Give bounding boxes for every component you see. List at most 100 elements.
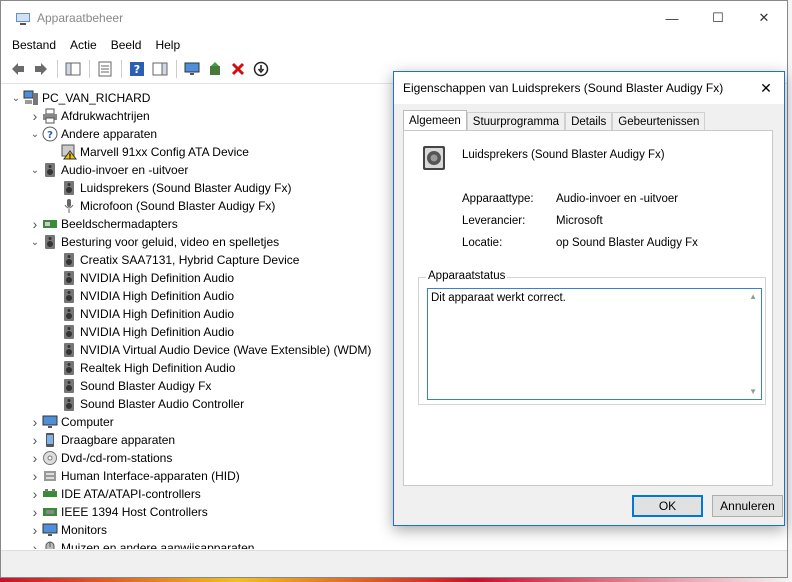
minimize-button[interactable]: — bbox=[649, 1, 695, 35]
tree-item-label: Microfoon (Sound Blaster Audigy Fx) bbox=[80, 199, 276, 213]
tree-item[interactable]: ⌄ PC_VAN_RICHARD bbox=[9, 89, 399, 107]
tree-item[interactable]: NVIDIA High Definition Audio bbox=[9, 323, 399, 341]
chevron-down-icon[interactable]: ⌄ bbox=[28, 237, 42, 248]
toolbar-separator bbox=[176, 60, 177, 78]
chevron-right-icon[interactable]: › bbox=[28, 540, 42, 549]
speaker-icon bbox=[61, 288, 77, 304]
back-button[interactable] bbox=[7, 58, 29, 80]
ok-button[interactable]: OK bbox=[632, 495, 703, 517]
ieee1394-icon bbox=[42, 504, 58, 520]
tree-item[interactable]: › IEEE 1394 Host Controllers bbox=[9, 503, 399, 521]
maximize-button[interactable]: ☐ bbox=[695, 1, 741, 35]
tree-item[interactable]: NVIDIA Virtual Audio Device (Wave Extens… bbox=[9, 341, 399, 359]
tab-details[interactable]: Details bbox=[565, 112, 613, 131]
chevron-right-icon[interactable]: › bbox=[28, 468, 42, 484]
scroll-up-icon[interactable]: ▲ bbox=[749, 292, 757, 301]
chevron-down-icon[interactable]: ⌄ bbox=[28, 165, 42, 176]
tree-item-label: NVIDIA High Definition Audio bbox=[80, 271, 235, 285]
tree-item-label: Andere apparaten bbox=[61, 127, 158, 141]
scan-hardware-button[interactable] bbox=[181, 58, 203, 80]
scroll-down-icon[interactable]: ▼ bbox=[749, 387, 757, 396]
disc-drive-icon bbox=[42, 450, 58, 466]
hid-icon bbox=[42, 468, 58, 484]
tree-item[interactable]: › Beeldschermadapters bbox=[9, 215, 399, 233]
tree-item-label: Sound Blaster Audio Controller bbox=[80, 397, 245, 411]
device-status-label: Apparaatstatus bbox=[426, 270, 508, 282]
chevron-right-icon[interactable]: › bbox=[28, 486, 42, 502]
tree-item[interactable]: Realtek High Definition Audio bbox=[9, 359, 399, 377]
tree-item[interactable]: › Dvd-/cd-rom-stations bbox=[9, 449, 399, 467]
tree-item[interactable]: ⌄? Andere apparaten bbox=[9, 125, 399, 143]
disable-button[interactable] bbox=[250, 58, 272, 80]
show-hide-console-tree-button[interactable] bbox=[62, 58, 84, 80]
help-button[interactable]: ? bbox=[126, 58, 148, 80]
prop-label-apparaattype: Apparaattype: bbox=[462, 193, 534, 205]
tree-item-label: Beeldschermadapters bbox=[61, 217, 178, 231]
tree-item-label: Monitors bbox=[61, 523, 108, 537]
tree-item[interactable]: ⌄ Audio-invoer en -uitvoer bbox=[9, 161, 399, 179]
tree-item[interactable]: › Monitors bbox=[9, 521, 399, 539]
chevron-right-icon[interactable]: › bbox=[28, 504, 42, 520]
cancel-button[interactable]: Annuleren bbox=[712, 495, 783, 517]
forward-button[interactable] bbox=[30, 58, 52, 80]
properties-button[interactable] bbox=[94, 58, 116, 80]
device-manager-icon bbox=[16, 13, 30, 25]
tab-stuurprogramma[interactable]: Stuurprogramma bbox=[466, 112, 566, 131]
chevron-right-icon[interactable]: › bbox=[28, 432, 42, 448]
tree-item[interactable]: › Muizen en andere aanwijsapparaten bbox=[9, 539, 399, 549]
chevron-down-icon[interactable]: ⌄ bbox=[28, 129, 42, 140]
menu-actie[interactable]: Actie bbox=[63, 38, 104, 52]
action-pane-button[interactable] bbox=[149, 58, 171, 80]
chevron-down-icon[interactable]: ⌄ bbox=[9, 93, 23, 104]
close-icon: ✕ bbox=[760, 79, 772, 96]
tree-item[interactable]: › Draagbare apparaten bbox=[9, 431, 399, 449]
dialog-tabs: Algemeen Stuurprogramma Details Gebeurte… bbox=[403, 110, 706, 132]
tree-item[interactable]: NVIDIA High Definition Audio bbox=[9, 305, 399, 323]
properties-icon bbox=[98, 61, 112, 77]
microphone-icon bbox=[61, 198, 77, 214]
tree-item-label: PC_VAN_RICHARD bbox=[42, 91, 151, 105]
tree-item[interactable]: ! Marvell 91xx Config ATA Device bbox=[9, 143, 399, 161]
tree-item-label: NVIDIA Virtual Audio Device (Wave Extens… bbox=[80, 343, 372, 357]
device-status-textbox[interactable]: Dit apparaat werkt correct. ▲ ▼ bbox=[427, 288, 762, 400]
update-driver-icon bbox=[210, 62, 220, 75]
tree-item[interactable]: Sound Blaster Audio Controller bbox=[9, 395, 399, 413]
warning-device-icon: ! bbox=[61, 144, 77, 160]
speaker-icon bbox=[423, 146, 445, 170]
ide-controller-icon bbox=[42, 486, 58, 502]
tree-item[interactable]: › Computer bbox=[9, 413, 399, 431]
tree-item[interactable]: › Human Interface-apparaten (HID) bbox=[9, 467, 399, 485]
speaker-icon bbox=[42, 234, 58, 250]
tree-item[interactable]: Creatix SAA7131, Hybrid Capture Device bbox=[9, 251, 399, 269]
chevron-right-icon[interactable]: › bbox=[28, 450, 42, 466]
dialog-close-button[interactable]: ✕ bbox=[748, 72, 784, 104]
general-tab-panel: Luidsprekers (Sound Blaster Audigy Fx) A… bbox=[403, 130, 773, 486]
tree-item[interactable]: Microfoon (Sound Blaster Audigy Fx) bbox=[9, 197, 399, 215]
chevron-right-icon[interactable]: › bbox=[28, 216, 42, 232]
device-name: Luidsprekers (Sound Blaster Audigy Fx) bbox=[462, 149, 665, 161]
menu-beeld[interactable]: Beeld bbox=[104, 38, 149, 52]
menu-bestand[interactable]: Bestand bbox=[5, 38, 63, 52]
close-button[interactable]: ✕ bbox=[741, 1, 787, 35]
menu-help[interactable]: Help bbox=[148, 38, 187, 52]
tab-algemeen[interactable]: Algemeen bbox=[403, 110, 467, 132]
chevron-right-icon[interactable]: › bbox=[28, 414, 42, 430]
tree-item[interactable]: ⌄ Besturing voor geluid, video en spellet… bbox=[9, 233, 399, 251]
tree-item[interactable]: › Afdrukwachtrijen bbox=[9, 107, 399, 125]
tree-item[interactable]: NVIDIA High Definition Audio bbox=[9, 269, 399, 287]
dialog-title-bar: Eigenschappen van Luidsprekers (Sound Bl… bbox=[394, 72, 784, 104]
tab-gebeurtenissen[interactable]: Gebeurtenissen bbox=[612, 112, 706, 131]
tree-item[interactable]: NVIDIA High Definition Audio bbox=[9, 287, 399, 305]
tree-item[interactable]: Sound Blaster Audigy Fx bbox=[9, 377, 399, 395]
tree-item[interactable]: › IDE ATA/ATAPI-controllers bbox=[9, 485, 399, 503]
device-status-group: Apparaatstatus Dit apparaat werkt correc… bbox=[418, 270, 766, 405]
update-driver-button[interactable] bbox=[204, 58, 226, 80]
chevron-right-icon[interactable]: › bbox=[28, 522, 42, 538]
speaker-icon bbox=[61, 270, 77, 286]
uninstall-button[interactable] bbox=[227, 58, 249, 80]
tree-item[interactable]: Luidsprekers (Sound Blaster Audigy Fx) bbox=[9, 179, 399, 197]
speaker-icon bbox=[61, 378, 77, 394]
window-title: Apparaatbeheer bbox=[37, 11, 124, 25]
tree-item-label: Marvell 91xx Config ATA Device bbox=[80, 145, 249, 159]
chevron-right-icon[interactable]: › bbox=[28, 108, 42, 124]
